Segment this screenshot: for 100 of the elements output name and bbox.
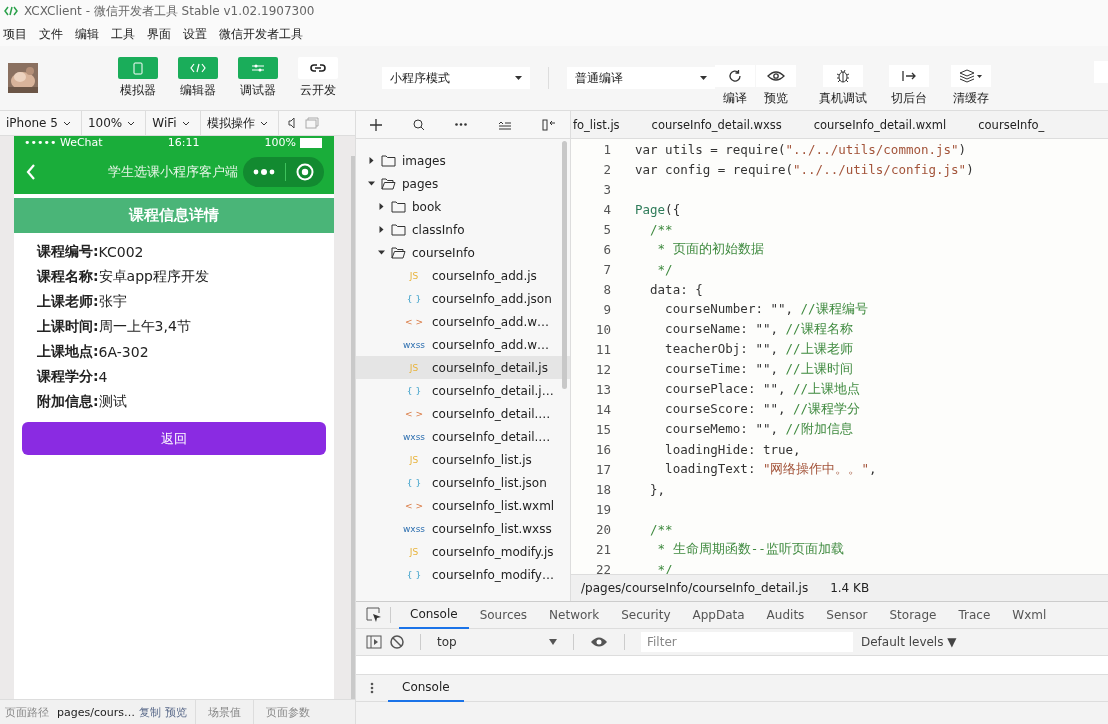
line-number: 7 (602, 261, 611, 277)
bug-icon (835, 68, 851, 84)
collapse-icon[interactable] (497, 119, 512, 130)
device-dropdown[interactable]: 模拟操作 (200, 111, 279, 135)
action-button[interactable] (756, 65, 796, 87)
menu-item[interactable]: 编辑 (75, 25, 99, 43)
devtools-tab[interactable]: Storage (878, 602, 948, 628)
search-icon[interactable] (412, 118, 425, 131)
menu-item[interactable]: 界面 (147, 25, 171, 43)
device-dropdown[interactable]: WiFi (146, 111, 201, 135)
device-dropdown[interactable]: iPhone 5 (0, 111, 82, 135)
file-type-label: JS (408, 454, 420, 465)
context-dropdown[interactable]: top (437, 635, 557, 649)
tree-item[interactable]: pages (356, 172, 570, 195)
action-label: 切后台 (891, 90, 927, 107)
caret-down-icon (378, 249, 385, 256)
code-line: courseScore: "", //课程学分 (664, 400, 861, 418)
editor-tab[interactable]: courseInfo_ (976, 117, 1045, 132)
speaker-icon[interactable] (286, 117, 297, 129)
line-number: 9 (602, 301, 611, 317)
add-icon[interactable] (370, 118, 382, 131)
tree-item[interactable]: wxss courseInfo_detail.… (356, 425, 570, 448)
file-type-label: < > (404, 500, 424, 511)
line-number: 22 (594, 561, 611, 574)
tree-item[interactable]: courseInfo (356, 241, 570, 264)
action-button[interactable] (951, 65, 991, 87)
levels-dropdown[interactable]: Default levels ▼ (861, 635, 957, 649)
code-line: /** (649, 221, 673, 237)
tree-item[interactable]: < > courseInfo_add.w… (356, 310, 570, 333)
field-label: 上课时间: (37, 317, 99, 336)
device-dropdown[interactable]: 100% (81, 111, 147, 135)
action-button[interactable] (715, 65, 755, 87)
code-line: loadingHide: true, (664, 441, 801, 457)
tree-item[interactable]: images (356, 149, 570, 172)
tree-item[interactable]: book (356, 195, 570, 218)
drawer-tab[interactable]: Console (388, 674, 464, 702)
tree-item[interactable]: wxss courseInfo_add.w… (356, 333, 570, 356)
back-icon[interactable] (26, 163, 36, 181)
tree-item[interactable]: < > courseInfo_detail.… (356, 402, 570, 425)
toggle-button[interactable] (178, 57, 218, 79)
action-button[interactable] (823, 65, 863, 87)
devtools-tab[interactable]: Console (399, 601, 469, 629)
bar-link[interactable]: 预览 (164, 704, 187, 720)
devtools-tab[interactable]: Sensor (815, 602, 879, 628)
menu-item[interactable]: 设置 (183, 25, 207, 43)
toggle-button[interactable] (118, 57, 158, 79)
eye-icon (767, 70, 785, 82)
filter-field[interactable]: Filter (641, 632, 853, 652)
sidebar-icon[interactable] (366, 635, 382, 649)
editor-tab[interactable]: courseInfo_detail.wxss (649, 117, 782, 132)
clear-icon[interactable] (390, 635, 404, 649)
page-path: pages/cours… (57, 705, 135, 719)
devtools-tab[interactable]: AppData (681, 602, 756, 628)
devtools-tab[interactable]: Sources (468, 602, 539, 628)
tree-item[interactable]: JS courseInfo_detail.js (356, 356, 570, 379)
editor-tab[interactable]: fo_list.js (571, 117, 620, 132)
code-line: var config = require("../../utils/config.js") (635, 161, 974, 177)
kebab-icon[interactable] (370, 682, 374, 694)
action-label: 真机调试 (819, 90, 867, 107)
sidebar-toggle-icon[interactable] (542, 118, 556, 131)
capsule-menu[interactable] (243, 157, 324, 187)
more-icon[interactable] (455, 123, 467, 126)
menu-item[interactable]: 项目 (3, 25, 27, 43)
bar-link[interactable]: 复制 (138, 704, 161, 720)
file-path: /pages/courseInfo/courseInfo_detail.js (581, 581, 809, 595)
tree-item[interactable]: JS courseInfo_modify.js (356, 540, 570, 563)
code-line: data: { (649, 281, 703, 297)
devtools-tab[interactable]: Trace (947, 602, 1002, 628)
inspect-icon[interactable] (366, 607, 382, 623)
menu-item[interactable]: 文件 (39, 25, 63, 43)
toggle-button[interactable] (238, 57, 278, 79)
devtools-tab[interactable]: Security (610, 602, 682, 628)
action-button[interactable] (889, 65, 929, 87)
menu-item[interactable]: 微信开发者工具 (219, 25, 303, 43)
editor-tab[interactable]: courseInfo_detail.wxml (811, 117, 947, 132)
tree-item[interactable]: JS courseInfo_add.js (356, 264, 570, 287)
tree-item[interactable]: { } courseInfo_detail.j… (356, 379, 570, 402)
back-button[interactable]: 返回 (22, 422, 326, 455)
code-line: teacherObj: "", //上课老师 (664, 340, 853, 358)
devtools-tab[interactable]: Network (538, 602, 611, 628)
eye-icon[interactable] (590, 636, 608, 648)
compile-dropdown[interactable]: 普通编译 (567, 67, 715, 89)
clock-text: 16:11 (167, 136, 200, 150)
tree-item[interactable]: { } courseInfo_add.json (356, 287, 570, 310)
devtools-tab[interactable]: Wxml (1001, 602, 1058, 628)
tree-item[interactable]: { } courseInfo_modify… (356, 563, 570, 586)
code-line: coursePlace: "", //上课地点 (664, 380, 861, 398)
devtools-tab[interactable]: Audits (755, 602, 816, 628)
field-value: 周一上午3,4节 (98, 317, 191, 336)
line-number: 18 (594, 481, 611, 497)
tree-item[interactable]: classInfo (356, 218, 570, 241)
toggle-button[interactable] (298, 57, 338, 79)
menu-item[interactable]: 工具 (111, 25, 135, 43)
mode-dropdown[interactable]: 小程序模式 (382, 67, 530, 89)
tree-item[interactable]: wxss courseInfo_list.wxss (356, 517, 570, 540)
tree-item[interactable]: { } courseInfo_list.json (356, 471, 570, 494)
line-number: 11 (594, 341, 611, 357)
tree-item[interactable]: < > courseInfo_list.wxml (356, 494, 570, 517)
caret-icon (515, 76, 522, 80)
tree-item[interactable]: JS courseInfo_list.js (356, 448, 570, 471)
